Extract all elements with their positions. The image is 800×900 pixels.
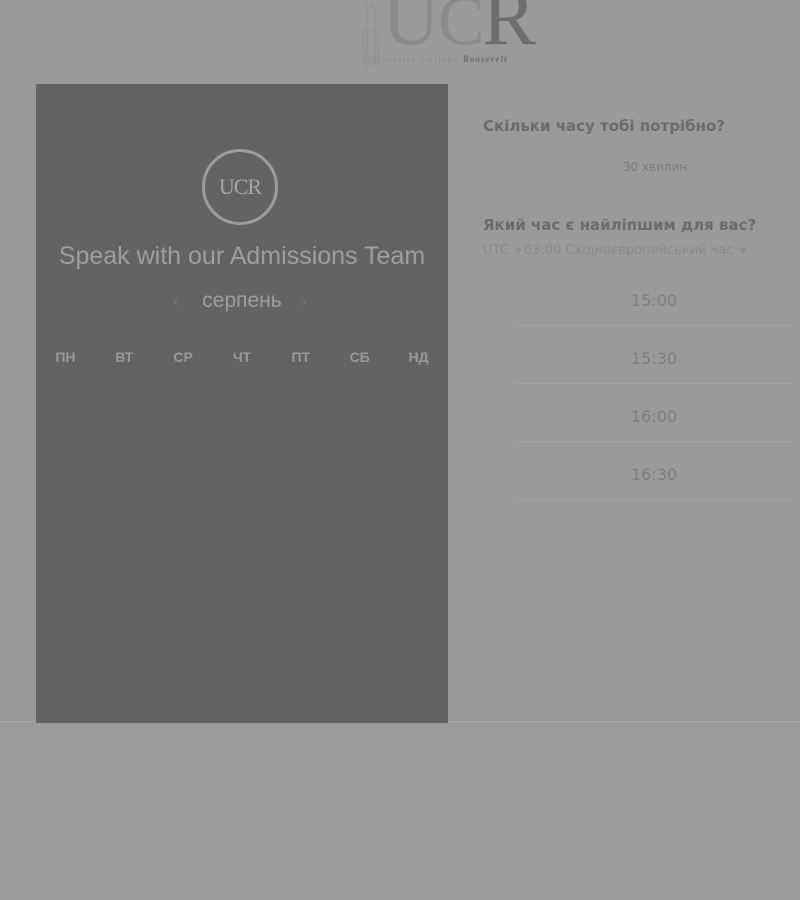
weekday-tue: ВТ xyxy=(115,349,134,365)
weekday-header: ПН ВТ СР ЧТ ПТ СБ НД xyxy=(36,349,448,369)
calendar-grid xyxy=(42,387,443,653)
timezone-label: UTC +03:00 Східноєвропейський час xyxy=(483,243,734,258)
duration-question: Скільки часу тобі потрібно? xyxy=(483,117,725,135)
card-title: Speak with our Admissions Team xyxy=(58,242,426,270)
month-label: серпень xyxy=(202,289,282,312)
page-footer xyxy=(0,722,800,900)
logo-mark: UCR xyxy=(382,0,536,62)
time-slot-1530[interactable]: 15:30 xyxy=(515,334,793,384)
weekday-wed: СР xyxy=(173,349,193,365)
logo-letter-r: R xyxy=(482,0,535,62)
weekday-mon: ПН xyxy=(55,349,76,365)
logo-tagline-prefix: University College xyxy=(364,54,460,64)
month-navigation: серпень ‹ › xyxy=(36,289,448,319)
chevron-left-icon[interactable]: ‹ xyxy=(172,291,179,312)
time-slot-1630[interactable]: 16:30 xyxy=(515,450,793,500)
calendar-card: UCR Speak with our Admissions Team серпе… xyxy=(36,84,448,723)
weekday-fri: ПТ xyxy=(291,349,311,365)
ucr-logo: UCR University College Roosevelt xyxy=(356,0,556,72)
time-slot-1600[interactable]: 16:00 xyxy=(515,392,793,442)
time-question: Який час є найліпшим для вас? xyxy=(483,216,757,234)
duration-option[interactable]: 30 хвилин xyxy=(610,160,700,174)
logo-tagline: University College Roosevelt xyxy=(364,54,508,64)
card-logo-text: UCR xyxy=(218,174,262,199)
card-logo: UCR xyxy=(202,149,278,225)
calendar-separator xyxy=(42,653,443,654)
timezone-select[interactable]: UTC +03:00 Східноєвропейський час ▼ xyxy=(483,243,747,258)
weekday-sun: НД xyxy=(408,349,429,365)
weekday-thu: ЧТ xyxy=(232,349,252,365)
logo-letter-u: U xyxy=(382,0,440,62)
time-slot-1500[interactable]: 15:00 xyxy=(515,276,793,326)
weekday-sat: СБ xyxy=(349,349,370,365)
logo-letter-c: C xyxy=(437,0,485,60)
logo-tagline-name: Roosevelt xyxy=(463,54,508,64)
caret-down-icon: ▼ xyxy=(739,247,747,257)
chevron-right-icon[interactable]: › xyxy=(300,291,307,312)
